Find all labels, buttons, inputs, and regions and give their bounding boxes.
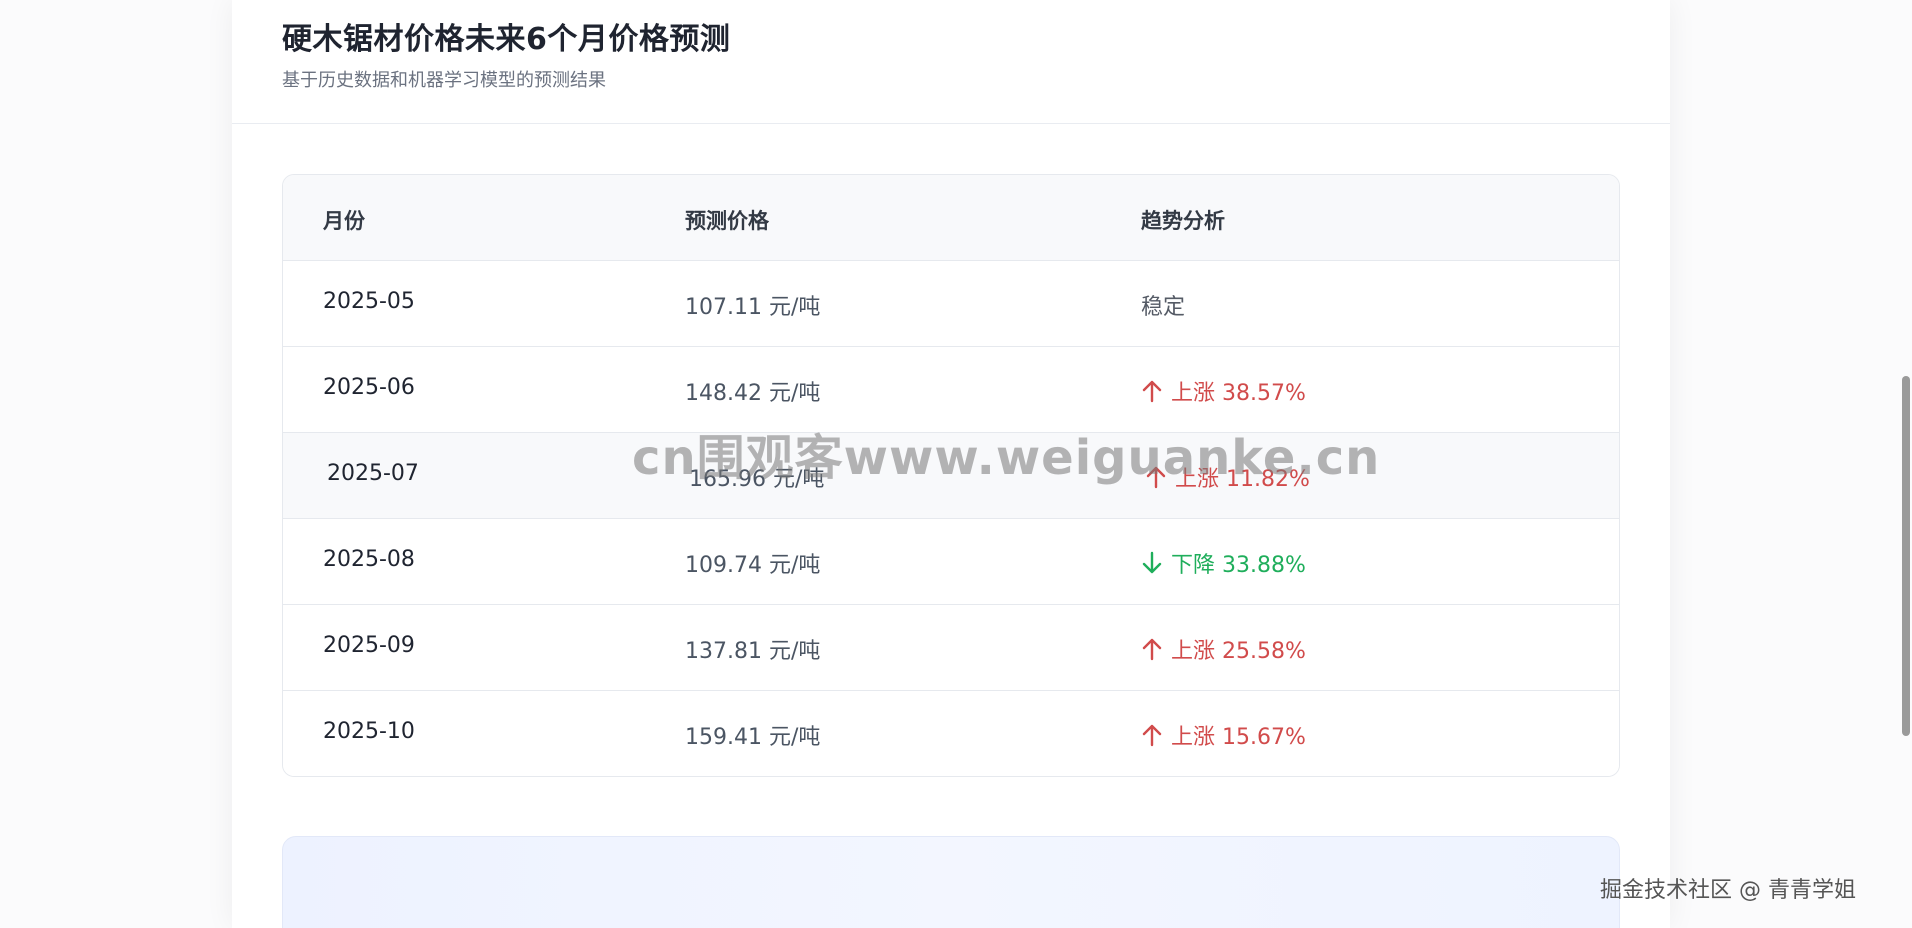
arrow-up-icon: [1142, 638, 1162, 661]
trend-label: 上涨 25.58%: [1171, 639, 1306, 664]
price-cell: 148.42 元/吨: [685, 381, 821, 406]
trend-label: 上涨 38.57%: [1171, 381, 1306, 406]
card-header: 硬木锯材价格未来6个月价格预测 基于历史数据和机器学习模型的预测结果: [232, 0, 1670, 124]
month-cell: 2025-10: [323, 719, 415, 744]
trend-cell: 下降 33.88%: [1141, 547, 1306, 579]
table-row: 2025-08 109.74 元/吨 下降 33.88%: [283, 519, 1619, 605]
trend-cell: 上涨 15.67%: [1141, 719, 1306, 751]
vertical-scrollbar[interactable]: [1902, 376, 1910, 736]
column-header-month: 月份: [323, 209, 365, 233]
column-header-price: 预测价格: [685, 209, 769, 233]
price-cell: 159.41 元/吨: [685, 725, 821, 750]
price-cell: 137.81 元/吨: [685, 639, 821, 664]
trend-label: 下降 33.88%: [1171, 553, 1306, 578]
arrow-down-icon: [1142, 551, 1162, 574]
month-cell: 2025-05: [323, 289, 415, 314]
arrow-up-icon: [1142, 724, 1162, 747]
price-cell: 107.11 元/吨: [685, 295, 821, 320]
month-cell: 2025-07: [327, 461, 419, 486]
trend-label: 上涨 15.67%: [1171, 725, 1306, 750]
month-cell: 2025-08: [323, 547, 415, 572]
trend-cell: 稳定: [1141, 289, 1185, 321]
table-row: 2025-10 159.41 元/吨 上涨 15.67%: [283, 691, 1619, 776]
column-header-trend: 趋势分析: [1141, 209, 1225, 233]
info-panel: [282, 836, 1620, 928]
page-subtitle: 基于历史数据和机器学习模型的预测结果: [282, 70, 606, 91]
month-cell: 2025-09: [323, 633, 415, 658]
watermark-text: cn围观客www.weiguanke.cn: [632, 430, 1381, 486]
trend-label: 稳定: [1141, 295, 1186, 320]
page-title: 硬木锯材价格未来6个月价格预测: [282, 22, 731, 57]
table-header: 月份 预测价格 趋势分析: [283, 175, 1619, 261]
trend-cell: 上涨 38.57%: [1141, 375, 1306, 407]
trend-cell: 上涨 25.58%: [1141, 633, 1306, 665]
month-cell: 2025-06: [323, 375, 415, 400]
table-row: 2025-09 137.81 元/吨 上涨 25.58%: [283, 605, 1619, 691]
arrow-up-icon: [1142, 380, 1162, 403]
credit-watermark: 掘金技术社区 @ 青青学姐: [1600, 878, 1856, 903]
price-cell: 109.74 元/吨: [685, 553, 821, 578]
table-row: 2025-05 107.11 元/吨 稳定: [283, 261, 1619, 347]
